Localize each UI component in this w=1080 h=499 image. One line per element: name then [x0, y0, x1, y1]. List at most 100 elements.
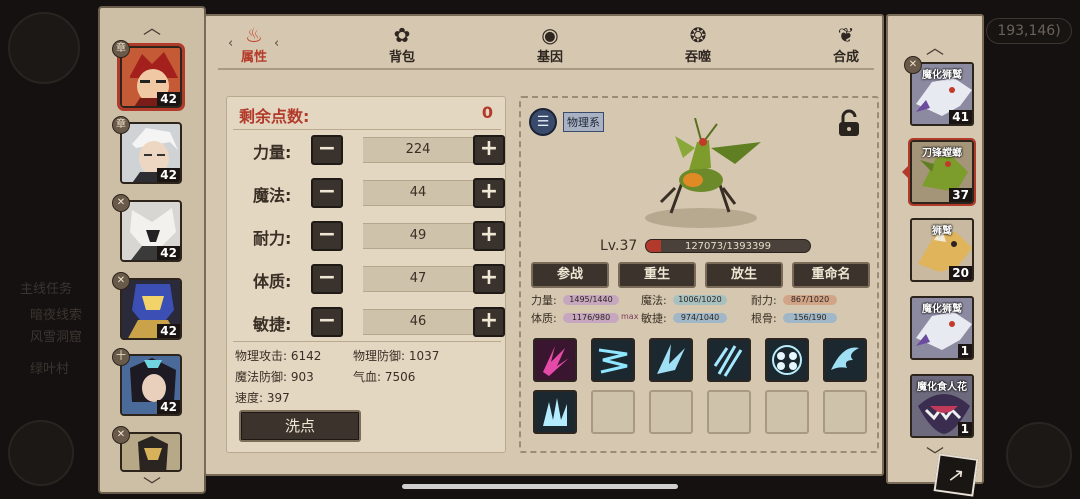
- attribute-value: 44: [363, 180, 473, 206]
- decrease-button[interactable]: −: [311, 264, 343, 294]
- increase-button[interactable]: +: [473, 178, 505, 208]
- tab-bar: ‹ ♨ 属性 ‹ ✿ 背包 ◉ 基因 ❂ 吞噬 ❦ 合成: [206, 16, 882, 68]
- skill-claw-icon[interactable]: [533, 338, 577, 382]
- attribute-row-agility: 敏捷: − 46 +: [227, 305, 505, 339]
- increase-button[interactable]: +: [473, 135, 505, 165]
- hero-list[interactable]: ︿ 42 章 42 章 42 ✕ 42 ✕ 42 十 ✕ ﹀: [98, 6, 206, 497]
- hero-level: 42: [157, 400, 180, 414]
- pet-slot-3[interactable]: 狮鹫 20: [910, 218, 974, 282]
- attribute-label: 耐力:: [253, 229, 292, 248]
- hp-value: 气血: 7506: [353, 370, 416, 384]
- remaining-points-label: 剩余点数:: [239, 107, 310, 126]
- home-indicator: [402, 484, 678, 489]
- rebirth-button[interactable]: 重生: [618, 262, 696, 288]
- divider: [233, 341, 501, 342]
- growth-label: 力量:: [531, 294, 557, 307]
- empty-skill-slot[interactable]: [649, 390, 693, 434]
- increase-button[interactable]: +: [473, 264, 505, 294]
- hero-level: 42: [157, 246, 180, 260]
- lock-icon[interactable]: [835, 108, 863, 138]
- increase-button[interactable]: +: [473, 221, 505, 251]
- hero-tag-icon: ✕: [112, 426, 130, 444]
- empty-skill-slot[interactable]: [591, 390, 635, 434]
- mantis-creature-image: [645, 118, 761, 228]
- tab-devour[interactable]: ❂ 吞噬: [668, 24, 728, 65]
- tab-gene[interactable]: ◉ 基因: [520, 24, 580, 65]
- attribute-value: 224: [363, 137, 473, 163]
- scroll-up-icon[interactable]: ︿: [100, 14, 204, 40]
- skill-wing-icon[interactable]: [823, 338, 867, 382]
- empty-skill-slot[interactable]: [823, 390, 867, 434]
- hero-tag-icon: 章: [112, 116, 130, 134]
- attribute-label: 体质:: [253, 272, 292, 291]
- growth-label: 体质:: [531, 312, 557, 325]
- skill-ice-claw-icon[interactable]: [533, 390, 577, 434]
- decrease-button[interactable]: −: [311, 135, 343, 165]
- tab-label: 基因: [536, 50, 563, 65]
- skill-blade-icon[interactable]: [649, 338, 693, 382]
- pet-name: 魔化狮鹫: [922, 304, 962, 315]
- tab-bag[interactable]: ✿ 背包: [372, 24, 432, 65]
- scroll-up-icon[interactable]: ︿: [888, 34, 982, 60]
- exp-bar: 127073/1393399: [645, 239, 811, 253]
- hero-portrait-5[interactable]: 42: [120, 354, 182, 416]
- pet-slot-1[interactable]: 魔化狮鹫 41: [910, 62, 974, 126]
- type-badge: 物理系: [563, 112, 604, 132]
- gene-icon: ◉: [541, 23, 559, 47]
- decrease-button[interactable]: −: [311, 221, 343, 251]
- release-button[interactable]: 放生: [705, 262, 783, 288]
- decrease-button[interactable]: −: [311, 178, 343, 208]
- empty-skill-slot[interactable]: [765, 390, 809, 434]
- devour-icon: ❂: [689, 23, 707, 47]
- hero-tag-icon: 章: [112, 40, 130, 58]
- bg-quest-2: 暗夜线索: [30, 308, 83, 323]
- map-button[interactable]: [8, 12, 80, 84]
- pet-slot-4[interactable]: 魔化狮鹫 1: [910, 296, 974, 360]
- hero-tag-icon: 十: [112, 348, 130, 366]
- hero-portrait-1[interactable]: 42: [117, 43, 185, 111]
- decrease-button[interactable]: −: [311, 307, 343, 337]
- scroll-down-icon[interactable]: ﹀: [100, 472, 204, 498]
- attribute-label: 魔法:: [253, 186, 292, 205]
- blade-icon: [657, 344, 685, 374]
- list-icon[interactable]: ☰: [529, 108, 557, 136]
- skill-orb-icon[interactable]: [765, 338, 809, 382]
- magic-defense: 魔法防御: 903: [235, 370, 314, 384]
- creature-level: Lv.37: [600, 238, 638, 254]
- skill-slash-icon[interactable]: [591, 338, 635, 382]
- hero-tag-icon: ✕: [112, 272, 130, 290]
- attribute-value: 49: [363, 223, 473, 249]
- physical-defense: 物理防御: 1037: [353, 349, 440, 363]
- rename-button[interactable]: 重命名: [792, 262, 870, 288]
- menu-button[interactable]: [1006, 422, 1072, 488]
- empty-skill-slot[interactable]: [707, 390, 751, 434]
- growth-value-pill: 1176/980: [563, 313, 619, 323]
- pet-level: 1: [957, 344, 972, 358]
- hero-portrait-4[interactable]: 42: [120, 278, 182, 340]
- claw-icon: [543, 346, 569, 376]
- pet-level: 20: [949, 266, 972, 280]
- back-arrow-icon[interactable]: ↗: [933, 453, 979, 497]
- divider: [218, 68, 874, 70]
- tab-label: 背包: [388, 50, 415, 65]
- pet-slot-5[interactable]: 魔化食人花 1: [910, 374, 974, 438]
- attribute-label: 力量:: [253, 143, 292, 162]
- pet-slot-2[interactable]: 刀锋螳螂 37: [908, 138, 976, 206]
- growth-label: 魔法:: [641, 294, 667, 307]
- reset-points-button[interactable]: 洗点: [239, 410, 361, 442]
- bg-quest-3: 风雪洞窟: [30, 330, 83, 345]
- deploy-button[interactable]: 参战: [531, 262, 609, 288]
- hero-portrait-3[interactable]: 42: [120, 200, 182, 262]
- skill-scratch-icon[interactable]: [707, 338, 751, 382]
- orb-icon: [772, 345, 802, 375]
- increase-button[interactable]: +: [473, 307, 505, 337]
- speed-value: 速度: 397: [235, 391, 290, 405]
- bg-quest-4: 绿叶村: [30, 362, 70, 377]
- pet-list[interactable]: ︿ 魔化狮鹫 41 ✕ 刀锋螳螂 37 狮鹫 20 魔化狮鹫 1 魔化食人花 1…: [886, 14, 984, 484]
- hero-portrait-2[interactable]: 42: [120, 122, 182, 184]
- hero-level: 42: [157, 324, 180, 338]
- remaining-points-value: 0: [481, 103, 493, 122]
- divider: [233, 129, 501, 130]
- chat-button[interactable]: [8, 420, 74, 486]
- tab-synthesis[interactable]: ❦ 合成: [816, 24, 876, 65]
